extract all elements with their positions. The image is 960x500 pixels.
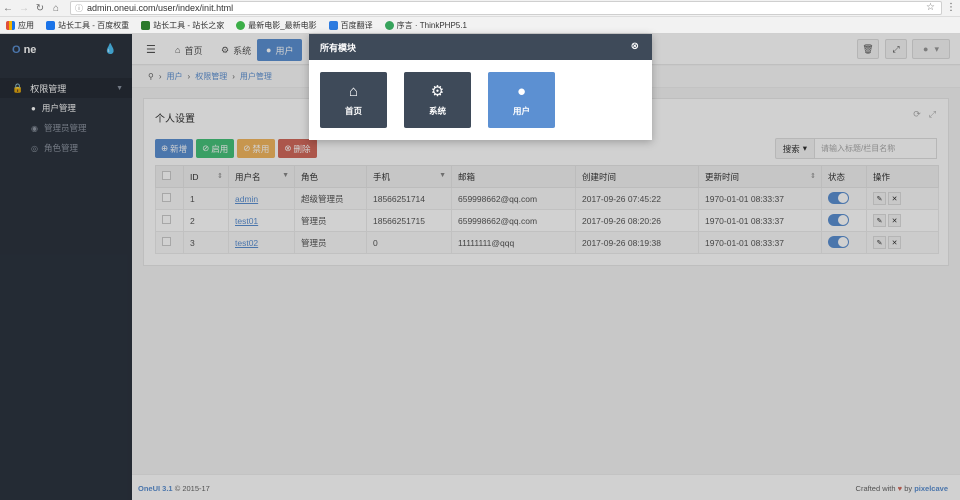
modal-title: 所有模块: [320, 42, 357, 53]
bookmark-apps[interactable]: 应用: [6, 20, 34, 31]
home-browser-icon[interactable]: ⌂: [48, 3, 64, 14]
back-icon[interactable]: ←: [0, 3, 16, 14]
bookmark-star-icon[interactable]: ☆: [926, 2, 935, 13]
bookmarks-bar: 应用 站长工具 - 百度权重 站长工具 - 站长之家 最新电影_最新电影 百度翻…: [0, 17, 960, 34]
site-favicon-icon: [46, 20, 55, 30]
reload-icon[interactable]: ↻: [32, 3, 48, 14]
site-favicon-icon: [141, 20, 151, 30]
module-tile-home[interactable]: ⌂ 首页: [320, 72, 387, 128]
bookmark-item[interactable]: 百度翻译: [328, 20, 373, 31]
address-bar[interactable]: ⓘ admin.oneui.com/user/index/init.html ☆: [70, 1, 942, 15]
bookmark-item[interactable]: 最新电影_最新电影: [236, 20, 317, 31]
module-tiles: ⌂ 首页 ⚙ 系统 ● 用户: [320, 72, 555, 128]
gear-icon: ⚙: [430, 82, 445, 100]
bookmark-item[interactable]: 站长工具 - 百度权重: [46, 20, 129, 31]
browser-menu-icon[interactable]: ⋮: [946, 2, 956, 13]
module-tile-user[interactable]: ● 用户: [488, 72, 555, 128]
module-tile-system[interactable]: ⚙ 系统: [404, 72, 471, 128]
bookmark-item[interactable]: 站长工具 - 站长之家: [141, 20, 224, 31]
site-favicon-icon: [236, 20, 246, 30]
close-icon[interactable]: ⊗: [631, 41, 639, 52]
bookmark-item[interactable]: 序言 · ThinkPHP5.1: [384, 20, 467, 31]
home-icon: ⌂: [348, 82, 359, 100]
modal-header: 所有模块 ⊗: [309, 34, 652, 60]
forward-icon[interactable]: →: [16, 3, 32, 14]
site-favicon-icon: [384, 20, 394, 30]
site-favicon-icon: [328, 20, 338, 30]
url-text: admin.oneui.com/user/index/init.html: [87, 3, 234, 13]
browser-toolbar: ← → ↻ ⌂ ⓘ admin.oneui.com/user/index/ini…: [0, 0, 960, 17]
user-icon: ●: [516, 82, 527, 100]
info-icon: ⓘ: [75, 3, 83, 13]
apps-grid-icon: [6, 20, 15, 30]
modules-modal: 所有模块 ⊗ ⌂ 首页 ⚙ 系统 ● 用户: [309, 34, 652, 140]
